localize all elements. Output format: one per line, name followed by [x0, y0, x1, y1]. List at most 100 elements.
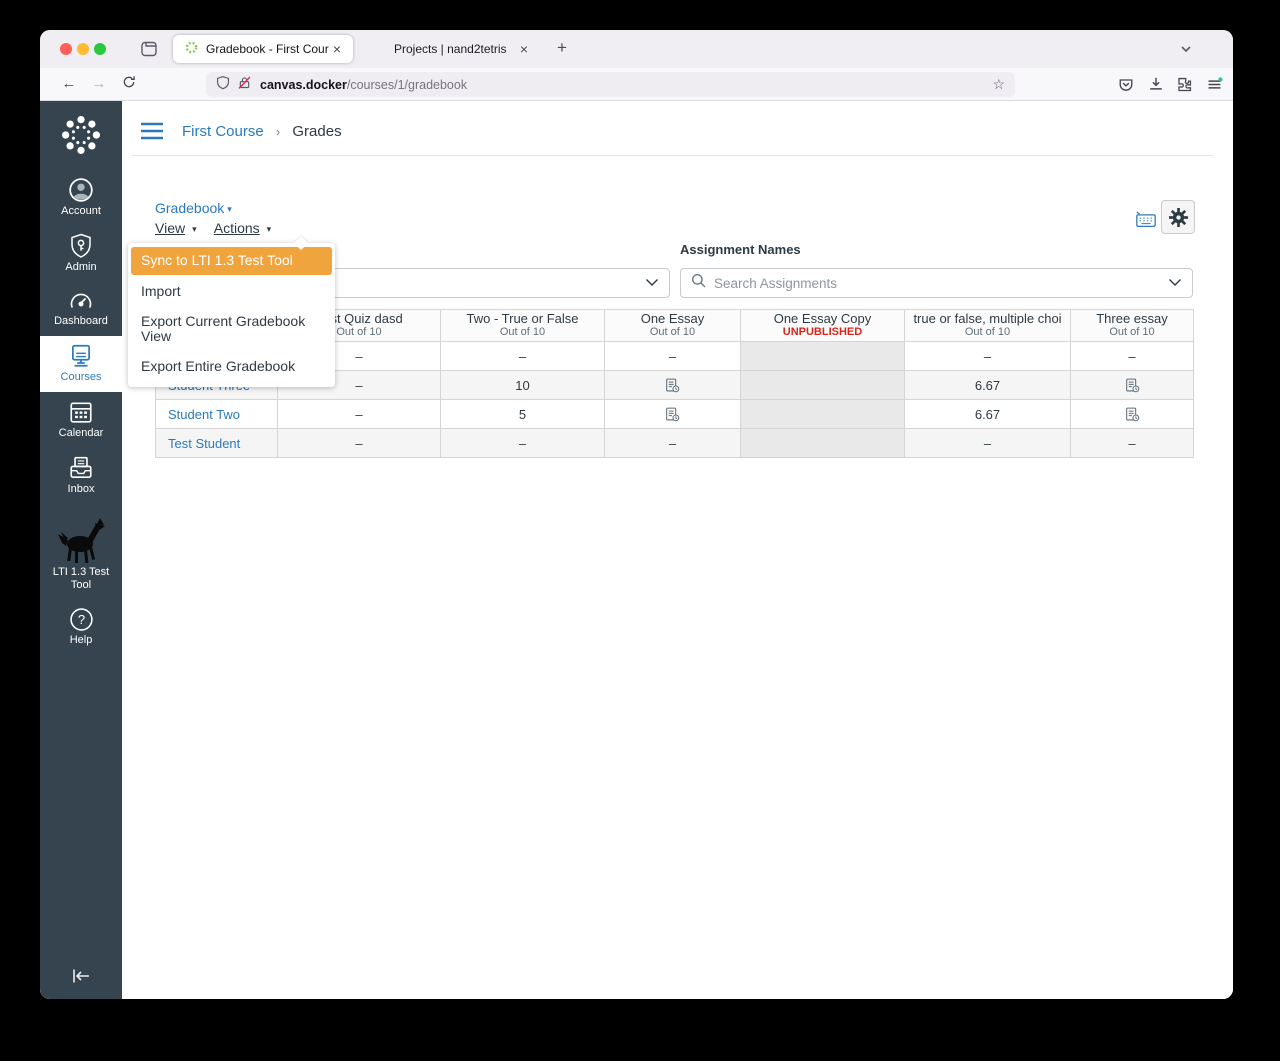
grade-cell[interactable]: –	[604, 341, 741, 371]
student-name-cell: Test Student	[155, 428, 278, 458]
grade-cell[interactable]	[740, 370, 905, 400]
pocket-icon[interactable]	[1118, 76, 1134, 97]
courses-book-icon	[72, 344, 90, 367]
new-tab-button[interactable]: +	[552, 38, 572, 58]
close-tab-icon[interactable]: ×	[516, 39, 532, 59]
sidebar-item-courses[interactable]: Courses	[40, 336, 122, 392]
menu-item[interactable]: Export Entire Gradebook	[128, 352, 335, 382]
grade-cell[interactable]	[604, 370, 741, 400]
sidebar-item-dashboard[interactable]: Dashboard	[40, 282, 122, 336]
gradebook-menus: Gradebook ▾ View ▾ Actions ▾	[155, 200, 285, 236]
breadcrumb-page: Grades	[292, 123, 342, 140]
tab-gradebook[interactable]: Gradebook - First Course ×	[173, 35, 353, 63]
grade-cell[interactable]: –	[277, 428, 441, 458]
grade-cell[interactable]	[740, 428, 905, 458]
grade-cell[interactable]: –	[1070, 341, 1194, 371]
url-path: /courses/1/gradebook	[346, 77, 468, 92]
grade-cell[interactable]: 5	[440, 399, 605, 429]
tab-title: Projects | nand2tetris	[394, 42, 507, 56]
caret-down-icon: ▾	[266, 224, 272, 234]
minimize-window-button[interactable]	[77, 43, 89, 55]
grade-cell[interactable]: –	[904, 341, 1071, 371]
collapse-nav-icon[interactable]	[40, 968, 122, 989]
reload-icon[interactable]	[118, 75, 140, 93]
sidebar-item-help[interactable]: ? Help	[40, 600, 122, 655]
sidebar-item-calendar[interactable]: Calendar	[40, 392, 122, 448]
course-nav-hamburger-icon[interactable]	[140, 122, 164, 145]
grade-cell[interactable]: –	[904, 428, 1071, 458]
svg-text:?: ?	[77, 612, 84, 627]
url-text: canvas.docker/courses/1/gradebook	[260, 78, 467, 92]
sidebar-item-inbox[interactable]: Inbox	[40, 448, 122, 504]
menu-item[interactable]: Sync to LTI 1.3 Test Tool	[131, 247, 332, 275]
dashboard-gauge-icon	[70, 293, 92, 308]
menu-item[interactable]: Import	[128, 277, 335, 307]
grade-cell[interactable]: –	[440, 428, 605, 458]
assignment-column-header[interactable]: One Essay Out of 10	[604, 309, 741, 342]
gradebook-menu-button[interactable]: Gradebook	[155, 200, 224, 216]
browser-window: Gradebook - First Course × Projects | na…	[40, 30, 1233, 999]
sidebar-nav: Account Admin Dashboard Courses Calendar…	[40, 170, 122, 655]
assignment-names-filter[interactable]	[680, 268, 1193, 298]
firefox-view-icon[interactable]	[140, 40, 158, 63]
grade-cell[interactable]	[740, 399, 905, 429]
student-link[interactable]: Test Student	[168, 436, 240, 451]
url-bar[interactable]: canvas.docker/courses/1/gradebook ☆	[206, 72, 1015, 97]
canvas-app: Account Admin Dashboard Courses Calendar…	[40, 101, 1233, 999]
chevron-down-icon[interactable]	[645, 274, 659, 292]
assignment-column-header[interactable]: One Essay Copy UNPUBLISHED	[740, 309, 905, 342]
assignment-column-header[interactable]: Three essay Out of 10	[1070, 309, 1194, 342]
assignment-submitted-icon	[666, 378, 680, 393]
insecure-lock-icon[interactable]	[237, 75, 252, 95]
grade-cell[interactable]	[1070, 399, 1194, 429]
tab-projects[interactable]: Projects | nand2tetris ×	[370, 35, 540, 63]
actions-menu-button[interactable]: Actions	[214, 220, 260, 236]
assignment-submitted-icon	[666, 407, 680, 422]
inbox-icon	[70, 456, 92, 479]
close-tab-icon[interactable]: ×	[329, 39, 345, 59]
grade-cell[interactable]	[740, 341, 905, 371]
grade-cell[interactable]: 10	[440, 370, 605, 400]
chevron-down-icon[interactable]	[1168, 274, 1182, 292]
student-link[interactable]: Student Two	[168, 407, 240, 422]
header-divider	[132, 155, 1213, 156]
shield-icon[interactable]	[216, 75, 230, 95]
extensions-puzzle-icon[interactable]	[1176, 76, 1193, 98]
grade-cell[interactable]: 6.67	[904, 370, 1071, 400]
chevron-down-icon[interactable]	[1179, 42, 1193, 61]
gear-icon	[1168, 207, 1188, 227]
breadcrumb-course-link[interactable]: First Course	[182, 123, 264, 140]
download-icon[interactable]	[1148, 76, 1164, 97]
app-menu-icon[interactable]	[1206, 76, 1223, 98]
grade-cell[interactable]: –	[440, 341, 605, 371]
canvas-logo-icon[interactable]	[59, 113, 103, 162]
grade-cell[interactable]	[604, 399, 741, 429]
gradebook-settings-button[interactable]	[1161, 200, 1195, 234]
forward-icon[interactable]: →	[88, 75, 110, 92]
zoom-window-button[interactable]	[94, 43, 106, 55]
search-icon	[691, 273, 706, 293]
keyboard-shortcuts-icon[interactable]	[1135, 211, 1157, 233]
admin-shield-icon	[71, 233, 91, 258]
view-menu-button[interactable]: View	[155, 220, 185, 236]
bookmark-star-icon[interactable]: ☆	[992, 76, 1005, 93]
grade-cell[interactable]: –	[277, 399, 441, 429]
grade-cell[interactable]: –	[604, 428, 741, 458]
tab-bar: Gradebook - First Course × Projects | na…	[40, 30, 1233, 68]
breadcrumb-separator: ›	[275, 124, 281, 139]
global-nav-sidebar: Account Admin Dashboard Courses Calendar…	[40, 101, 122, 999]
sidebar-item-account[interactable]: Account	[40, 170, 122, 226]
close-window-button[interactable]	[60, 43, 72, 55]
account-icon	[69, 178, 93, 202]
caret-down-icon: ▾	[227, 204, 232, 214]
search-assignments-input[interactable]	[714, 275, 1168, 291]
sidebar-item-admin[interactable]: Admin	[40, 226, 122, 282]
grade-cell[interactable]: –	[1070, 428, 1194, 458]
assignment-column-header[interactable]: Two - True or False Out of 10	[440, 309, 605, 342]
assignment-column-header[interactable]: true or false, multiple choi Out of 10	[904, 309, 1071, 342]
sidebar-item-lti-test-tool[interactable]: LTI 1.3 Test Tool	[40, 504, 122, 600]
menu-item[interactable]: Export Current Gradebook View	[128, 307, 335, 352]
back-icon[interactable]: ←	[58, 75, 80, 92]
grade-cell[interactable]: 6.67	[904, 399, 1071, 429]
grade-cell[interactable]	[1070, 370, 1194, 400]
